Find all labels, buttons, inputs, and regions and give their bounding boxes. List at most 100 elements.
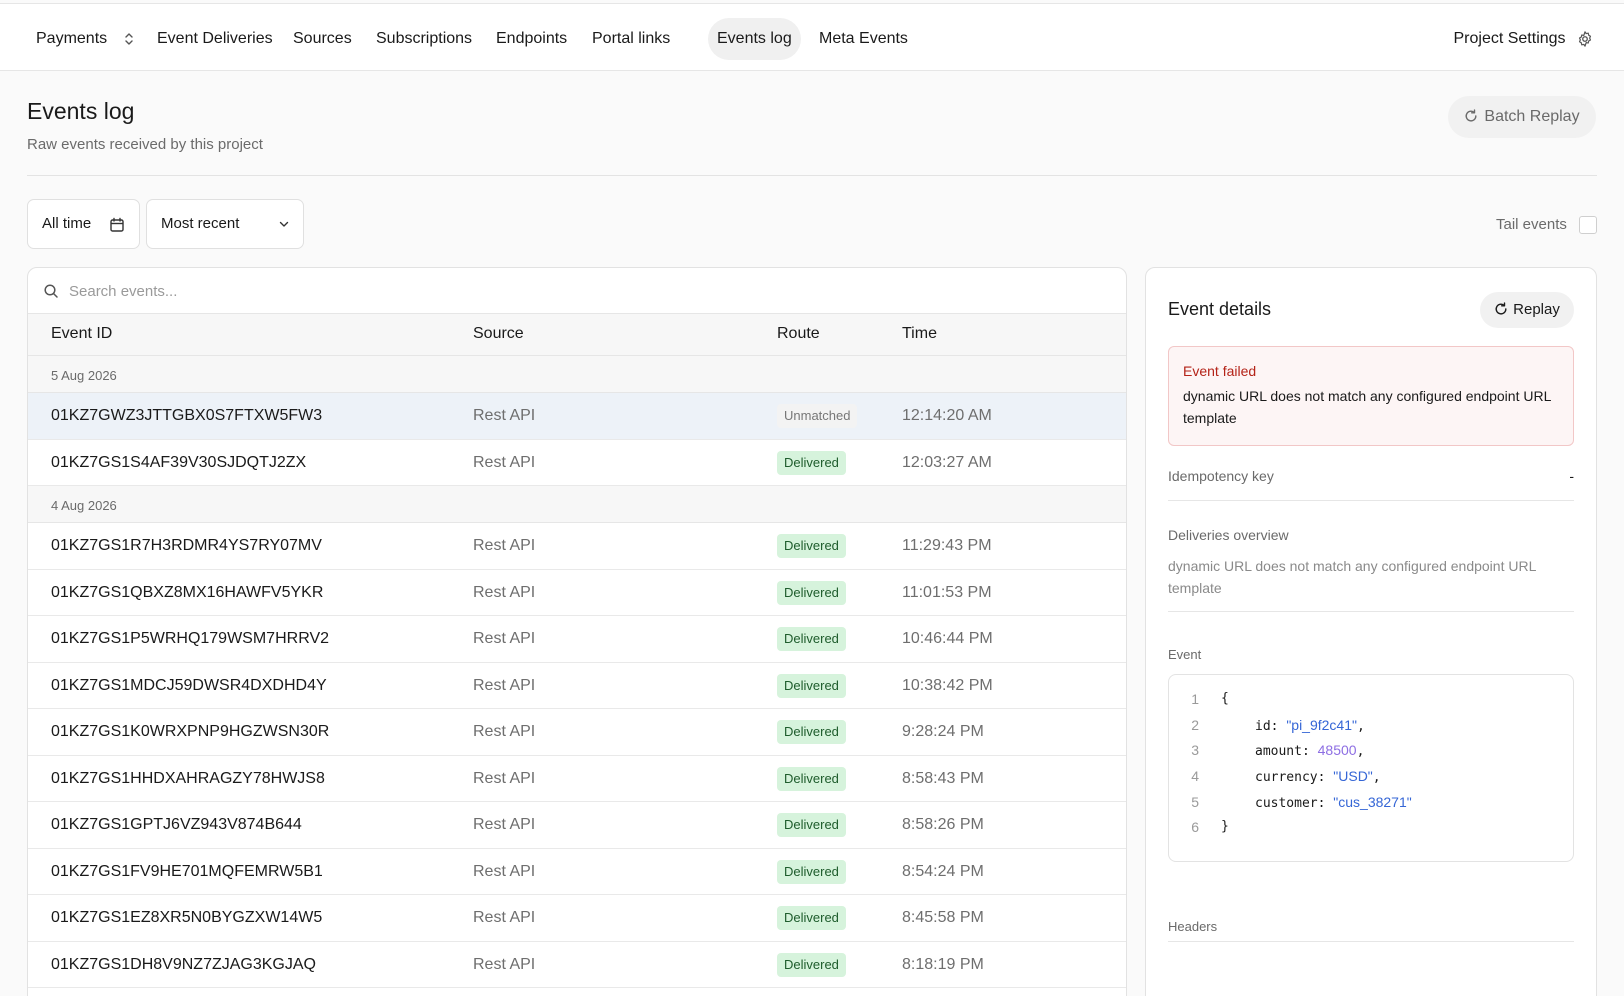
code-comma: ,	[1356, 744, 1365, 760]
project-settings-button[interactable]: Project Settings	[1453, 18, 1594, 60]
date-group-label: 5 Aug 2026	[51, 368, 117, 383]
tail-events-label: Tail events	[1496, 216, 1567, 233]
column-route: Route	[777, 325, 820, 342]
line-number: 5	[1191, 793, 1199, 810]
status-badge: Delivered	[777, 859, 846, 884]
error-alert: Event failed dynamic URL does not match …	[1168, 346, 1574, 446]
replay-button[interactable]: Replay	[1480, 292, 1574, 328]
source-cell: Rest API	[473, 453, 536, 471]
line-number: 2	[1191, 716, 1199, 733]
event-id-cell: 01KZ7GS1QBXZ8MX16HAWFV5YKR	[51, 583, 324, 601]
source-cell: Rest API	[473, 862, 536, 880]
table-row[interactable]: 01KZ7GS1MDCJ59DWSR4DXDHD4Y Rest API 10:38:…	[28, 663, 1126, 709]
headers-divider	[1168, 941, 1574, 942]
nav-endpoints[interactable]: Endpoints	[487, 18, 576, 60]
project-settings-label: Project Settings	[1453, 30, 1566, 47]
batch-replay-button[interactable]: Batch Replay	[1448, 96, 1596, 138]
project-name: Payments	[36, 30, 108, 47]
event-id-cell: 01KZ7GS1DH8V9NZ7ZJAG3KGJAQ	[51, 955, 316, 973]
time-cell: 10:46:44 PM	[902, 630, 993, 647]
table-row[interactable]: 01KZ7GWZ3JTTGBX0S7FTXW5FW3 Rest API 12:14:…	[28, 393, 1126, 440]
source-cell: Rest API	[473, 909, 536, 926]
route-cell: Delivered	[777, 952, 846, 977]
status-badge: Delivered	[777, 813, 846, 837]
refresh-icon	[1495, 302, 1507, 315]
line-number: 6	[1191, 819, 1199, 836]
sort-label: Most recent	[161, 215, 240, 232]
nav-meta-events[interactable]: Meta Events	[810, 18, 917, 60]
route-cell: Delivered	[777, 450, 846, 475]
nav-event-deliveries[interactable]: Event Deliveries	[148, 18, 282, 60]
time-cell: 9:28:24 PM	[902, 723, 984, 740]
table-row[interactable]: 01KZ7GS1DH8V9NZ7ZJAG3KGJAQ Rest API 8:18:1…	[28, 942, 1126, 988]
table-row[interactable]: 01KZ7GS1FV9HE701MQFEMRW5B1 Rest API 8:54:2…	[28, 849, 1126, 895]
code-line: 6}	[1169, 819, 1573, 845]
code-key: customer	[1255, 795, 1318, 811]
source-cell: Rest API	[473, 407, 536, 424]
nav-subscriptions[interactable]: Subscriptions	[367, 18, 481, 60]
chevron-down-icon	[279, 221, 289, 227]
code-value: "pi_9f2c41"	[1286, 716, 1357, 733]
deliveries-overview-message: dynamic URL does not match any configure…	[1168, 558, 1536, 596]
refresh-icon	[1465, 109, 1477, 122]
project-switcher[interactable]: Payments	[27, 18, 143, 60]
event-id-cell: 01KZ7GS1S4AF39V30SJDQTJ2ZX	[51, 453, 307, 471]
event-id-cell: 01KZ7GS1MDCJ59DWSR4DXDHD4Y	[51, 676, 327, 694]
nav-portal-links[interactable]: Portal links	[583, 18, 679, 60]
table-row[interactable]: 01KZ7GS1P5WRHQ179WSM7HRRV2 Rest API 10:46:…	[28, 616, 1126, 663]
event-id-cell: 01KZ7GS1GPTJ6VZ943V874B644	[51, 816, 302, 833]
time-cell: 8:18:19 PM	[902, 955, 984, 973]
nav-sources[interactable]: Sources	[284, 18, 361, 60]
table-row[interactable]: 01KZ7GS1S4AF39V30SJDQTJ2ZX Rest API 12:03:…	[28, 440, 1126, 486]
code-field: currency: "USD",	[1255, 768, 1381, 786]
event-details-title: Event details	[1168, 299, 1272, 319]
route-cell: Delivered	[777, 813, 846, 837]
line-number: 4	[1191, 768, 1199, 785]
code-field: customer: "cus_38271"	[1255, 793, 1412, 811]
sort-select[interactable]: Most recent	[146, 199, 304, 249]
idempotency-key-label: Idempotency key	[1168, 468, 1274, 484]
header-divider	[27, 175, 1597, 176]
status-badge: Delivered	[777, 952, 846, 977]
route-cell: Delivered	[777, 720, 846, 744]
nav-events-log[interactable]: Events log	[708, 18, 801, 60]
batch-replay-label: Batch Replay	[1484, 108, 1580, 125]
table-row[interactable]: 01KZ7GS1GPTJ6VZ943V874B644 Rest API 8:58:2…	[28, 802, 1126, 849]
tail-events-checkbox[interactable]	[1579, 216, 1597, 234]
source-cell: Rest API	[473, 537, 536, 554]
table-row[interactable]: 01KZ7GS1EZ8XR5N0BYGZXW14W5 Rest API 8:45:5…	[28, 895, 1126, 942]
code-line: 5 customer: "cus_38271"	[1169, 794, 1573, 820]
calendar-icon	[110, 217, 124, 232]
table-row[interactable]: 01KZ7GS1K0WRXPNP9HGZWSN30R Rest API 9:28:2…	[28, 709, 1126, 756]
code-field: amount: 48500,	[1255, 742, 1365, 760]
event-details-panel: Event details Replay Event failed dynami…	[1145, 267, 1597, 996]
source-cell: Rest API	[473, 630, 536, 647]
table-body: 5 Aug 2026 01KZ7GWZ3JTTGBX0S7FTXW5FW3 Rest…	[28, 356, 1126, 988]
event-id-cell: 01KZ7GS1P5WRHQ179WSM7HRRV2	[51, 630, 330, 647]
time-cell: 8:54:24 PM	[902, 862, 984, 880]
search-icon	[44, 284, 58, 298]
status-badge: Delivered	[777, 580, 846, 605]
events-table: Event ID Source Route Time 5 Aug 2026 01K…	[27, 267, 1127, 996]
code-line: 4 currency: "USD",	[1169, 768, 1573, 794]
time-range-filter[interactable]: All time	[27, 199, 140, 249]
time-range-label: All time	[42, 215, 92, 232]
error-message: dynamic URL does not match any configure…	[1183, 388, 1551, 426]
table-row[interactable]: 01KZ7GS1QBXZ8MX16HAWFV5YKR Rest API 11:01:…	[28, 570, 1126, 616]
details-divider	[1168, 500, 1574, 501]
table-row[interactable]: 01KZ7GS1HHDXAHRAGZY78HWJS8 Rest API 8:58:4…	[28, 756, 1126, 802]
code-brace: {	[1221, 691, 1229, 706]
status-badge: Delivered	[777, 766, 846, 791]
source-cell: Rest API	[473, 816, 536, 833]
source-cell: Rest API	[473, 676, 536, 694]
status-badge: Delivered	[777, 627, 846, 651]
date-group-label: 4 Aug 2026	[51, 498, 117, 513]
time-cell: 8:58:26 PM	[902, 816, 984, 833]
source-cell: Rest API	[473, 769, 536, 787]
idempotency-key-value: -	[1569, 468, 1574, 484]
page-subtitle: Raw events received by this project	[27, 136, 263, 153]
replay-label: Replay	[1513, 301, 1560, 318]
search-input[interactable]	[69, 279, 969, 303]
event-id-cell: 01KZ7GS1FV9HE701MQFEMRW5B1	[51, 862, 323, 880]
table-row[interactable]: 01KZ7GS1R7H3RDMR4YS7RY07MV Rest API 11:29:…	[28, 523, 1126, 570]
